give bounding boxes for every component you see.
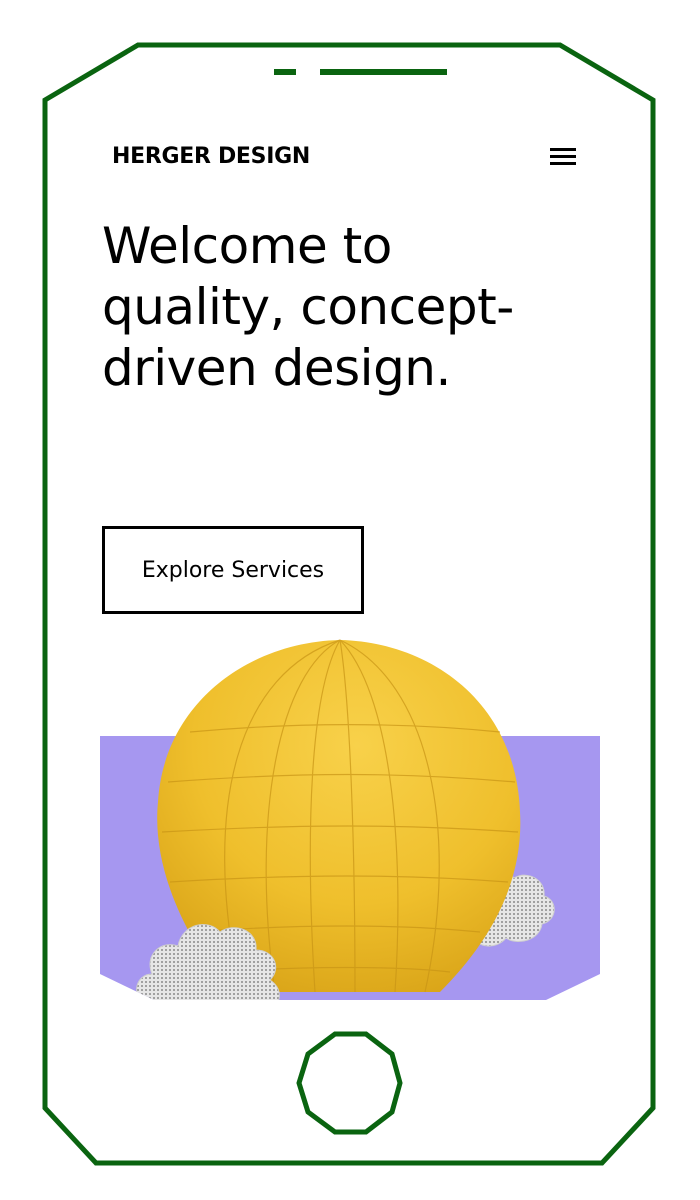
menu-line <box>550 155 576 158</box>
menu-line <box>550 162 576 165</box>
menu-line <box>550 148 576 151</box>
explore-services-button[interactable]: Explore Services <box>102 526 364 614</box>
brand-logo[interactable]: HERGER DESIGN <box>112 144 310 169</box>
hot-air-balloon-image <box>136 639 555 1000</box>
phone-screen: HERGER DESIGN Welcome to quality, concep… <box>100 104 600 1000</box>
hamburger-menu-icon[interactable] <box>548 146 578 170</box>
home-button[interactable] <box>296 1031 403 1135</box>
hero-title: Welcome to quality, concept-driven desig… <box>102 217 514 397</box>
